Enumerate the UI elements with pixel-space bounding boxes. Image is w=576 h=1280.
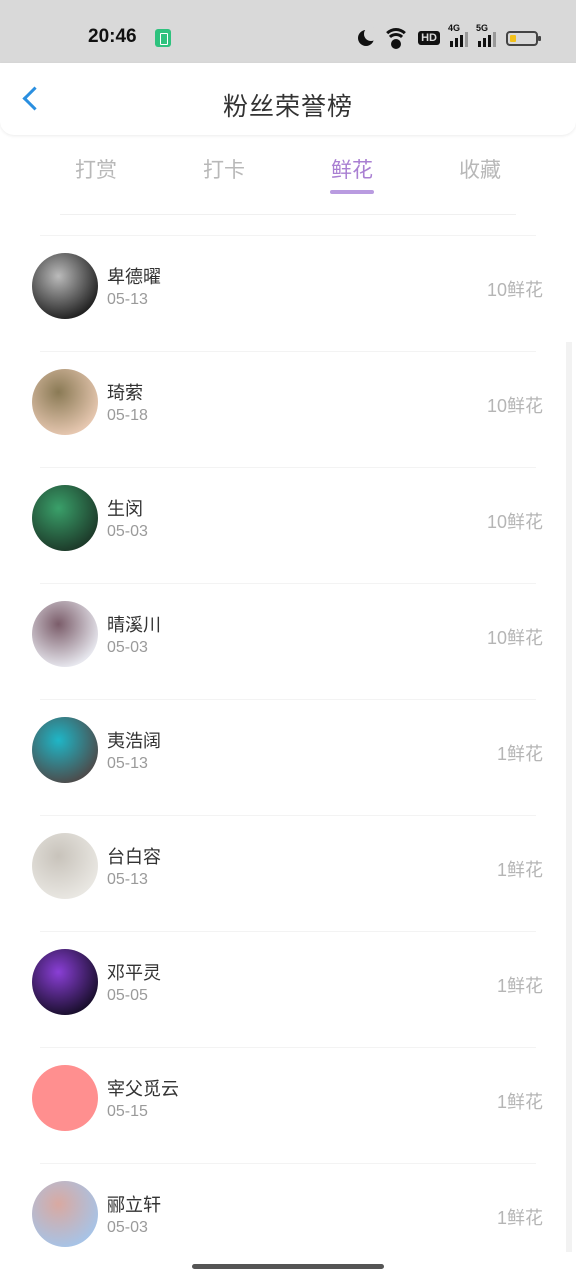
home-indicator[interactable] [192, 1264, 384, 1269]
avatar [32, 833, 98, 899]
tab-favorites[interactable]: 收藏 [440, 154, 520, 184]
fan-date: 05-05 [107, 987, 148, 1004]
fan-date: 05-18 [107, 407, 148, 424]
flower-count: 1鲜花 [496, 860, 543, 880]
fan-date: 05-03 [107, 523, 148, 540]
list-item[interactable]: 夷浩阔 05-13 1鲜花 [32, 699, 543, 815]
fan-name: 台白容 [107, 847, 161, 868]
list-item[interactable]: 宰父觅云 05-15 1鲜花 [32, 1047, 543, 1163]
flower-count: 10鲜花 [486, 512, 543, 532]
status-bar: 20:46 HD 4G 5G [0, 0, 576, 63]
list-item[interactable]: 生闵 05-03 10鲜花 [32, 467, 543, 583]
list-item[interactable]: 琦萦 05-18 10鲜花 [32, 351, 543, 467]
avatar [32, 253, 98, 319]
flower-count: 1鲜花 [496, 1092, 543, 1112]
flower-count: 10鲜花 [486, 280, 543, 300]
moon-icon [358, 27, 379, 46]
fan-date: 05-03 [107, 639, 148, 656]
fan-name: 琦萦 [107, 383, 143, 404]
fan-name: 晴溪川 [107, 615, 161, 636]
fan-date: 05-03 [107, 1219, 148, 1236]
fan-date: 05-13 [107, 291, 148, 308]
flower-count: 1鲜花 [496, 976, 543, 996]
active-tab-indicator [330, 190, 374, 194]
status-icons: HD 4G 5G [358, 23, 541, 50]
flower-count: 10鲜花 [486, 396, 543, 416]
list-item[interactable]: 卑德曜 05-13 10鲜花 [32, 235, 543, 351]
avatar [32, 717, 98, 783]
fan-name: 生闵 [107, 499, 143, 520]
battery-saver-icon [155, 29, 171, 47]
list-item[interactable]: 晴溪川 05-03 10鲜花 [32, 583, 543, 699]
flower-count: 10鲜花 [486, 628, 543, 648]
battery-icon [506, 30, 541, 46]
fan-name: 郦立轩 [107, 1195, 161, 1216]
signal-5g-icon: 5G [476, 23, 496, 47]
avatar [32, 369, 98, 435]
divider [60, 214, 516, 215]
fan-date: 05-13 [107, 755, 148, 772]
avatar [32, 485, 98, 551]
avatar [32, 1065, 98, 1131]
signal-4g-icon: 4G [448, 23, 468, 47]
tab-checkin[interactable]: 打卡 [184, 154, 264, 184]
fan-name: 夷浩阔 [107, 731, 161, 752]
list-item[interactable]: 台白容 05-13 1鲜花 [32, 815, 543, 931]
tab-flowers[interactable]: 鲜花 [312, 154, 392, 184]
list-item[interactable]: 郦立轩 05-03 1鲜花 [32, 1163, 543, 1279]
page-title: 粉丝荣誉榜 [222, 92, 353, 121]
fan-name: 卑德曜 [107, 267, 161, 288]
list-item[interactable]: 邓平灵 05-05 1鲜花 [32, 931, 543, 1047]
fan-list: 卑德曜 05-13 10鲜花 琦萦 05-18 10鲜花 生闵 05-03 10… [0, 235, 576, 1279]
tab-tips[interactable]: 打赏 [56, 154, 136, 184]
avatar [32, 1181, 98, 1247]
nav-bar: 粉丝荣誉榜 [0, 63, 576, 135]
wifi-icon [382, 28, 411, 49]
flower-count: 1鲜花 [496, 1208, 543, 1228]
fan-name: 宰父觅云 [107, 1079, 179, 1100]
fan-date: 05-13 [107, 871, 148, 888]
tab-bar: 打赏 打卡 鲜花 收藏 [0, 150, 576, 200]
fan-name: 邓平灵 [107, 963, 161, 984]
avatar [32, 601, 98, 667]
status-time: 20:46 [88, 26, 137, 47]
fan-date: 05-15 [107, 1103, 148, 1120]
flower-count: 1鲜花 [496, 744, 543, 764]
hd-badge: HD [418, 31, 440, 45]
avatar [32, 949, 98, 1015]
